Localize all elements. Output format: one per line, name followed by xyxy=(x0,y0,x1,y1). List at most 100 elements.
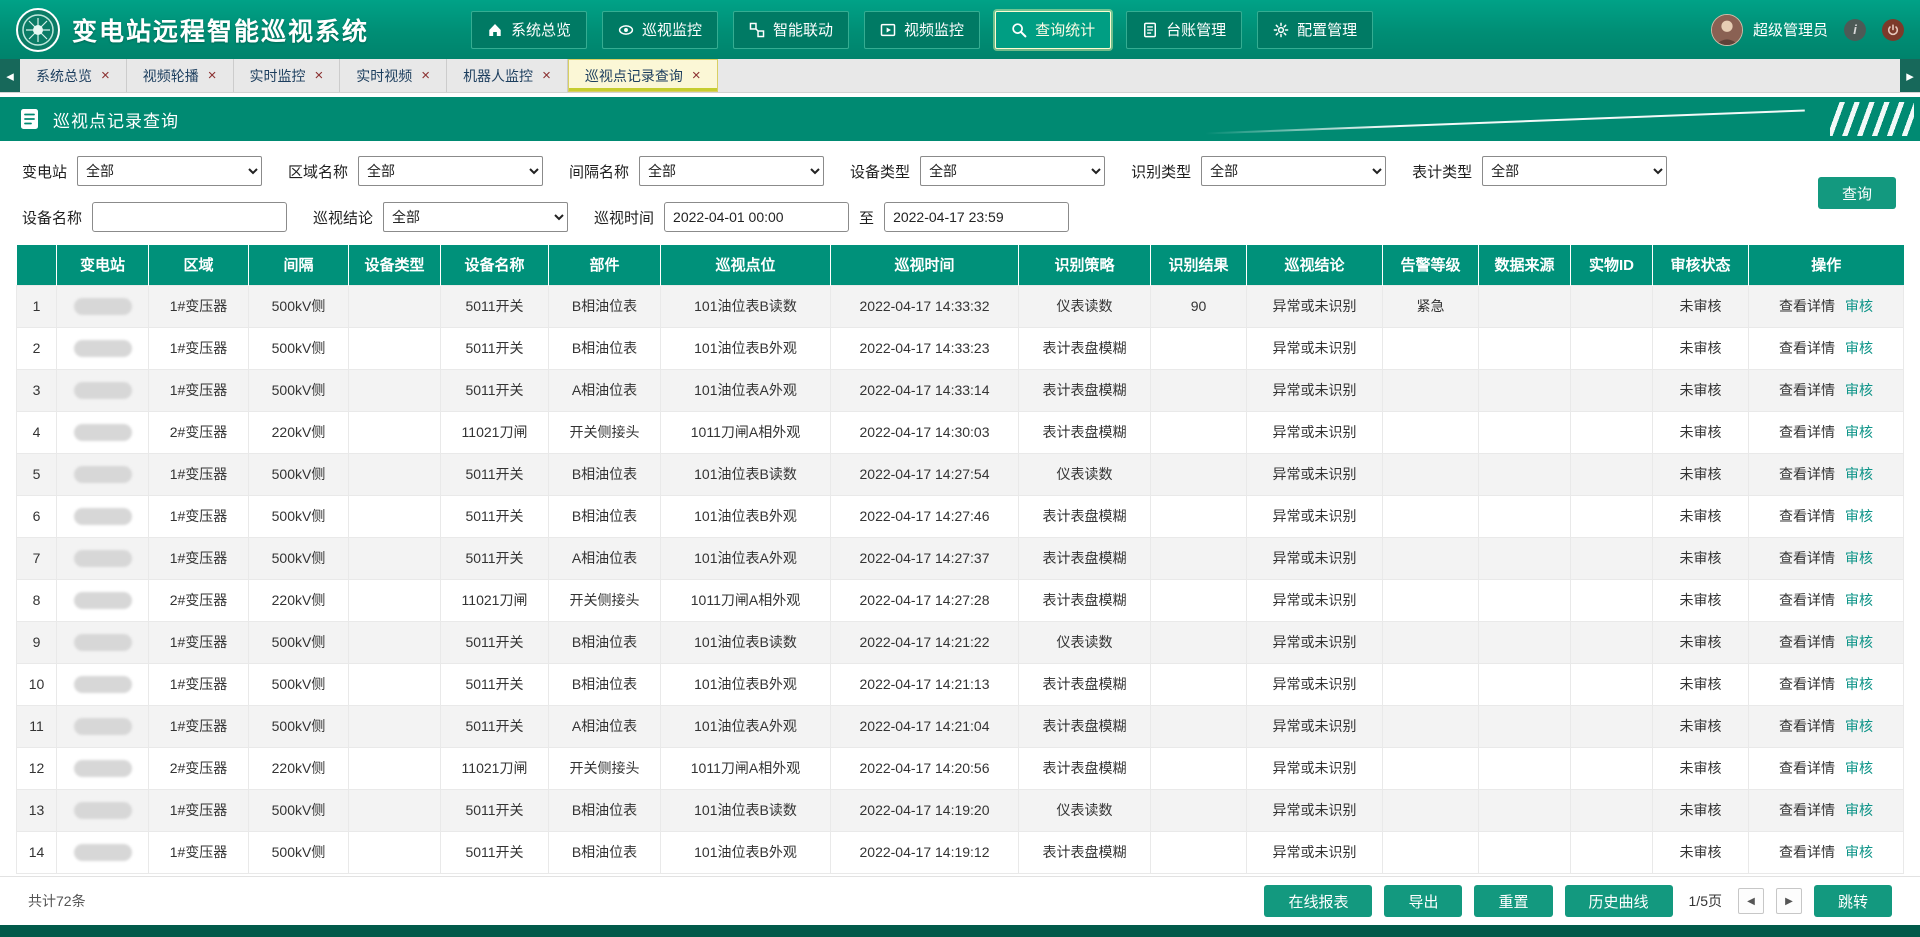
query-button[interactable]: 查询 xyxy=(1818,177,1896,209)
station-select[interactable]: 全部 xyxy=(77,156,262,186)
footer-actions: 在线报表导出重置历史曲线 1/5页 ◀ ▶ 跳转 xyxy=(1264,885,1892,917)
view-detail-link[interactable]: 查看详情 xyxy=(1779,634,1835,650)
tab-close-icon[interactable]: × xyxy=(542,68,551,83)
audit-link[interactable]: 审核 xyxy=(1845,592,1873,608)
cell: 14 xyxy=(17,831,57,873)
tab-close-icon[interactable]: × xyxy=(315,68,324,83)
recognition-type-label: 识别类型 xyxy=(1131,161,1191,182)
nav-button-配置管理[interactable]: 配置管理 xyxy=(1257,11,1373,49)
cell xyxy=(1383,411,1479,453)
audit-link[interactable]: 审核 xyxy=(1845,844,1873,860)
conclusion-select[interactable]: 全部 xyxy=(383,202,568,232)
view-detail-link[interactable]: 查看详情 xyxy=(1779,676,1835,692)
cell: 10 xyxy=(17,663,57,705)
cell: 未审核 xyxy=(1653,411,1749,453)
view-detail-link[interactable]: 查看详情 xyxy=(1779,550,1835,566)
view-detail-link[interactable]: 查看详情 xyxy=(1779,424,1835,440)
redacted-station xyxy=(74,844,132,861)
tab-close-icon[interactable]: × xyxy=(692,68,701,83)
bay-name-select[interactable]: 全部 xyxy=(639,156,824,186)
view-detail-link[interactable]: 查看详情 xyxy=(1779,592,1835,608)
history-curve-button[interactable]: 历史曲线 xyxy=(1565,885,1673,917)
view-detail-link[interactable]: 查看详情 xyxy=(1779,466,1835,482)
tab-系统总览[interactable]: 系统总览× xyxy=(20,59,127,92)
user-avatar[interactable] xyxy=(1711,14,1743,46)
audit-link[interactable]: 审核 xyxy=(1845,382,1873,398)
audit-link[interactable]: 审核 xyxy=(1845,424,1873,440)
view-detail-link[interactable]: 查看详情 xyxy=(1779,340,1835,356)
column-header: 间隔 xyxy=(249,245,349,285)
reset-button[interactable]: 重置 xyxy=(1474,885,1552,917)
table-row: 141#变压器500kV侧5011开关B相油位表101油位表B外观2022-04… xyxy=(17,831,1904,873)
tab-实时视频[interactable]: 实时视频 × xyxy=(340,59,447,92)
tab-label: 实时视频 xyxy=(356,66,412,86)
audit-link[interactable]: 审核 xyxy=(1845,634,1873,650)
tab-巡视点记录查询[interactable]: 巡视点记录查询× xyxy=(568,59,718,92)
tab-close-icon[interactable]: × xyxy=(101,68,110,83)
tab-close-icon[interactable]: × xyxy=(421,68,430,83)
time-to-input[interactable] xyxy=(884,202,1069,232)
redacted-station xyxy=(74,466,132,483)
view-detail-link[interactable]: 查看详情 xyxy=(1779,844,1835,860)
cell: 仪表读数 xyxy=(1019,789,1151,831)
view-detail-link[interactable]: 查看详情 xyxy=(1779,802,1835,818)
audit-link[interactable]: 审核 xyxy=(1845,760,1873,776)
cell xyxy=(1383,327,1479,369)
time-from-input[interactable] xyxy=(664,202,849,232)
table-row: 61#变压器500kV侧5011开关B相油位表101油位表B外观2022-04-… xyxy=(17,495,1904,537)
nav-button-智能联动[interactable]: 智能联动 xyxy=(733,11,849,49)
audit-link[interactable]: 审核 xyxy=(1845,550,1873,566)
online-report-button[interactable]: 在线报表 xyxy=(1264,885,1372,917)
cell-actions: 查看详情审核 xyxy=(1749,327,1904,369)
logout-power-icon[interactable] xyxy=(1882,19,1904,41)
prev-page-icon[interactable]: ◀ xyxy=(1738,888,1764,914)
audit-link[interactable]: 审核 xyxy=(1845,466,1873,482)
view-detail-link[interactable]: 查看详情 xyxy=(1779,718,1835,734)
cell xyxy=(1571,453,1653,495)
tab-实时监控[interactable]: 实时监控 × xyxy=(234,59,341,92)
conclusion-group: 巡视结论 全部 xyxy=(313,202,568,232)
next-page-icon[interactable]: ▶ xyxy=(1776,888,1802,914)
audit-link[interactable]: 审核 xyxy=(1845,718,1873,734)
cell: 5011开关 xyxy=(441,705,549,747)
nav-button-视频监控[interactable]: 视频监控 xyxy=(864,11,980,49)
device-type-select[interactable]: 全部 xyxy=(920,156,1105,186)
tab-视频轮播[interactable]: 视频轮播× xyxy=(127,59,234,92)
audit-link[interactable]: 审核 xyxy=(1845,802,1873,818)
nav-button-系统总览[interactable]: 系统总览 xyxy=(471,11,587,49)
cell-station xyxy=(57,369,149,411)
cell: 5011开关 xyxy=(441,369,549,411)
audit-link[interactable]: 审核 xyxy=(1845,340,1873,356)
cell: 表计表盘模糊 xyxy=(1019,747,1151,789)
recognition-type-select[interactable]: 全部 xyxy=(1201,156,1386,186)
audit-link[interactable]: 审核 xyxy=(1845,298,1873,314)
view-detail-link[interactable]: 查看详情 xyxy=(1779,760,1835,776)
cell: 101油位表B外观 xyxy=(661,327,831,369)
region-name-select[interactable]: 全部 xyxy=(358,156,543,186)
device-name-input[interactable] xyxy=(92,202,287,232)
info-icon[interactable]: i xyxy=(1844,19,1866,41)
view-detail-link[interactable]: 查看详情 xyxy=(1779,508,1835,524)
audit-link[interactable]: 审核 xyxy=(1845,676,1873,692)
nav-button-台账管理[interactable]: 台账管理 xyxy=(1126,11,1242,49)
tab-scroll-right-icon[interactable]: ▸ xyxy=(1900,59,1920,92)
cell: 未审核 xyxy=(1653,327,1749,369)
export-button[interactable]: 导出 xyxy=(1384,885,1462,917)
cell: 220kV侧 xyxy=(249,579,349,621)
view-detail-link[interactable]: 查看详情 xyxy=(1779,298,1835,314)
tab-scroll-left-icon[interactable]: ◂ xyxy=(0,59,20,92)
tab-机器人监控[interactable]: 机器人监控× xyxy=(447,59,568,92)
meter-type-select[interactable]: 全部 xyxy=(1482,156,1667,186)
nav-button-巡视监控[interactable]: 巡视监控 xyxy=(602,11,718,49)
tab-label: 实时监控 xyxy=(250,66,306,86)
cell-actions: 查看详情审核 xyxy=(1749,705,1904,747)
station-label: 变电站 xyxy=(22,161,67,182)
jump-button[interactable]: 跳转 xyxy=(1814,885,1892,917)
audit-link[interactable]: 审核 xyxy=(1845,508,1873,524)
nav-button-查询统计[interactable]: 查询统计 xyxy=(995,11,1111,49)
cell-station xyxy=(57,663,149,705)
cell xyxy=(349,579,441,621)
cell: 异常或未识别 xyxy=(1247,453,1383,495)
tab-close-icon[interactable]: × xyxy=(208,68,217,83)
view-detail-link[interactable]: 查看详情 xyxy=(1779,382,1835,398)
